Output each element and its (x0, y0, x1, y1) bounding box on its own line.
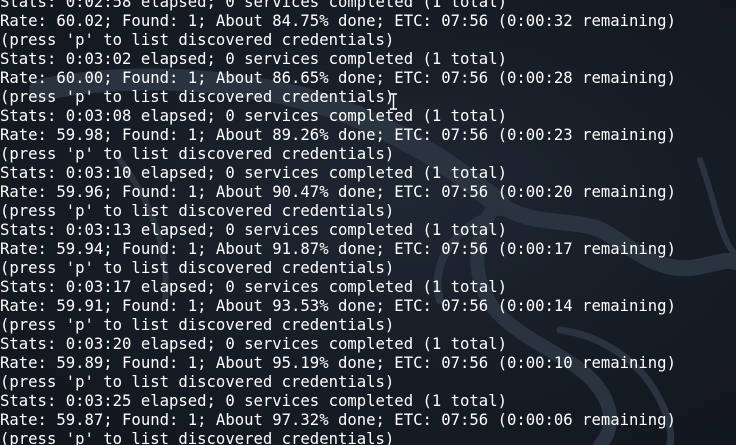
output-line: Stats: 0:03:20 elapsed; 0 services compl… (0, 335, 507, 353)
terminal-output[interactable]: Stats: 0:02:58 elapsed; 0 services compl… (0, 0, 676, 445)
output-line: Rate: 59.96; Found: 1; About 90.47% done… (0, 183, 676, 201)
output-line: Stats: 0:03:25 elapsed; 0 services compl… (0, 392, 507, 410)
output-line: Rate: 59.89; Found: 1; About 95.19% done… (0, 354, 676, 372)
output-line: Stats: 0:03:10 elapsed; 0 services compl… (0, 164, 507, 182)
output-line: Rate: 59.98; Found: 1; About 89.26% done… (0, 126, 676, 144)
output-line: (press 'p' to list discovered credential… (0, 31, 395, 49)
output-line: Stats: 0:03:13 elapsed; 0 services compl… (0, 221, 507, 239)
output-line: (press 'p' to list discovered credential… (0, 88, 395, 106)
output-line: Stats: 0:03:17 elapsed; 0 services compl… (0, 278, 507, 296)
output-line: Rate: 60.02; Found: 1; About 84.75% done… (0, 12, 676, 30)
output-line: Rate: 59.87; Found: 1; About 97.32% done… (0, 411, 676, 429)
output-line: (press 'p' to list discovered credential… (0, 259, 395, 277)
output-line: Rate: 60.00; Found: 1; About 86.65% done… (0, 69, 676, 87)
output-line: (press 'p' to list discovered credential… (0, 145, 395, 163)
output-line: Stats: 0:02:58 elapsed; 0 services compl… (0, 0, 507, 11)
output-line: Rate: 59.94; Found: 1; About 91.87% done… (0, 240, 676, 258)
output-line: Rate: 59.91; Found: 1; About 93.53% done… (0, 297, 676, 315)
output-line: (press 'p' to list discovered credential… (0, 316, 395, 334)
output-line: Stats: 0:03:08 elapsed; 0 services compl… (0, 107, 507, 125)
output-line: Stats: 0:03:02 elapsed; 0 services compl… (0, 50, 507, 68)
output-line: (press 'p' to list discovered credential… (0, 430, 395, 445)
output-line: (press 'p' to list discovered credential… (0, 202, 395, 220)
output-line: (press 'p' to list discovered credential… (0, 373, 395, 391)
terminal-window[interactable]: Stats: 0:02:58 elapsed; 0 services compl… (0, 0, 736, 445)
